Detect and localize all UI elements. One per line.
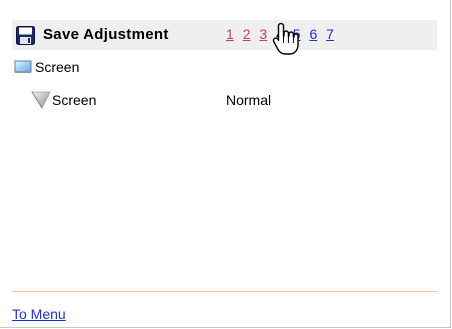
setting-label: Screen: [52, 92, 97, 108]
page-link-2[interactable]: 2: [243, 26, 251, 42]
page-link-7[interactable]: 7: [326, 26, 334, 42]
setting-value: Normal: [226, 92, 272, 108]
to-menu-link[interactable]: To Menu: [12, 306, 66, 322]
page-link-1[interactable]: 1: [226, 26, 234, 42]
monitor-icon: [14, 60, 32, 73]
page-link-6[interactable]: 6: [309, 26, 317, 42]
save-adjustment-header: Save Adjustment 1 2 3 4 5 6 7: [12, 20, 437, 50]
footer-divider: [12, 291, 438, 292]
tree-root-label: Screen: [35, 59, 80, 75]
floppy-disk-icon: [16, 26, 35, 45]
screen-setting-icon: [31, 91, 51, 109]
page-title: Save Adjustment: [43, 26, 169, 43]
page-link-3[interactable]: 3: [259, 26, 267, 42]
hand-pointer-icon: [272, 22, 299, 55]
setting-row-screen[interactable]: Screen Normal: [30, 90, 430, 110]
